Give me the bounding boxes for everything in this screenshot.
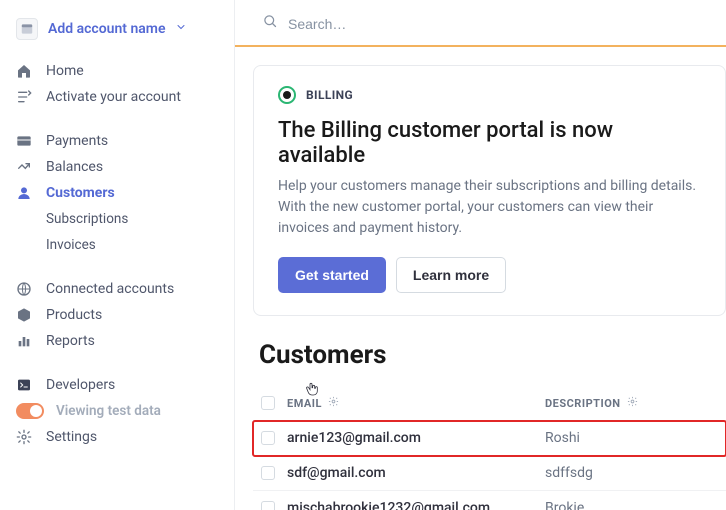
nav-label: Settings (46, 429, 97, 445)
chevron-down-icon (175, 21, 187, 37)
nav-connected-accounts[interactable]: Connected accounts (0, 276, 234, 302)
nav-label: Connected accounts (46, 281, 174, 297)
card-icon (16, 133, 32, 149)
nav-balances[interactable]: Balances (0, 154, 234, 180)
banner-description: Help your customers manage their subscri… (278, 176, 701, 239)
home-icon (16, 63, 32, 79)
account-logo-icon (16, 18, 38, 40)
nav-label: Activate your account (46, 89, 181, 105)
nav-label: Reports (46, 333, 95, 349)
row-checkbox[interactable] (261, 501, 275, 510)
page-title: Customers (253, 340, 726, 370)
balance-icon (16, 159, 32, 175)
nav-products[interactable]: Products (0, 302, 234, 328)
nav-home[interactable]: Home (0, 58, 234, 84)
customers-table: EMAIL DESCRIPTION arnie123@gmail.comRosh… (253, 386, 726, 510)
nav-reports[interactable]: Reports (0, 328, 234, 354)
main-content: BILLING The Billing customer portal is n… (235, 0, 726, 510)
cell-description: Brokie (545, 500, 718, 510)
globe-icon (16, 281, 32, 297)
checklist-icon (16, 89, 32, 105)
nav-label: Customers (46, 185, 115, 201)
gear-icon[interactable] (627, 396, 638, 410)
row-checkbox[interactable] (261, 431, 275, 445)
reports-icon (16, 333, 32, 349)
nav-label: Balances (46, 159, 103, 175)
account-name-label: Add account name (48, 21, 165, 37)
select-all-checkbox[interactable] (261, 396, 275, 410)
gear-icon (16, 429, 32, 445)
get-started-button[interactable]: Get started (278, 257, 386, 293)
terminal-icon (16, 377, 32, 393)
test-data-label: Viewing test data (56, 403, 161, 419)
table-row[interactable]: sdf@gmail.comsdffsdg (253, 456, 726, 491)
row-checkbox[interactable] (261, 466, 275, 480)
search-icon (263, 14, 278, 33)
nav-payments[interactable]: Payments (0, 128, 234, 154)
learn-more-button[interactable]: Learn more (396, 257, 506, 293)
cell-email: arnie123@gmail.com (287, 430, 545, 446)
cell-description: Roshi (545, 430, 718, 446)
billing-badge-icon (278, 86, 296, 104)
search-bar[interactable] (235, 0, 726, 47)
toggle-icon[interactable] (16, 403, 44, 419)
customers-icon (16, 185, 32, 201)
account-switcher[interactable]: Add account name (0, 14, 234, 52)
table-row[interactable]: mischabrookie1232@gmail.comBrokie (253, 491, 726, 510)
cell-email: mischabrookie1232@gmail.com (287, 500, 545, 510)
nav-label: Payments (46, 133, 108, 149)
nav-label: Invoices (46, 237, 96, 253)
column-header-description[interactable]: DESCRIPTION (545, 396, 718, 410)
sidebar: Add account name Home Activate your acco… (0, 0, 235, 510)
banner-title: The Billing customer portal is now avail… (278, 118, 701, 168)
nav-label: Products (46, 307, 102, 323)
nav-settings[interactable]: Settings (0, 424, 234, 450)
cell-email: sdf@gmail.com (287, 465, 545, 481)
table-header: EMAIL DESCRIPTION (253, 386, 726, 421)
test-data-toggle-row[interactable]: Viewing test data (0, 398, 234, 424)
search-input[interactable] (288, 16, 708, 32)
table-row[interactable]: arnie123@gmail.comRoshi (253, 421, 726, 456)
nav-label: Home (46, 63, 84, 79)
nav-label: Developers (46, 377, 115, 393)
gear-icon[interactable] (328, 396, 339, 410)
nav-subscriptions[interactable]: Subscriptions (0, 206, 234, 232)
nav-activate[interactable]: Activate your account (0, 84, 234, 110)
nav-developers[interactable]: Developers (0, 372, 234, 398)
cell-description: sdffsdg (545, 465, 718, 481)
box-icon (16, 307, 32, 323)
banner-tag: BILLING (306, 88, 353, 102)
nav-customers[interactable]: Customers (0, 180, 234, 206)
nav-label: Subscriptions (46, 211, 128, 227)
billing-banner: BILLING The Billing customer portal is n… (253, 65, 726, 316)
nav-invoices[interactable]: Invoices (0, 232, 234, 258)
column-header-email[interactable]: EMAIL (287, 396, 545, 410)
